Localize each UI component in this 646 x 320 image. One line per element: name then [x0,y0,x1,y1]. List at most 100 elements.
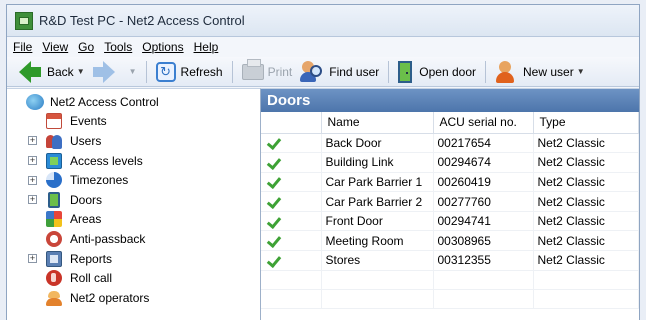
status-cell [261,211,322,232]
open-door-label: Open door [419,64,476,79]
tree-item-label: Events [70,114,107,129]
find-user-label: Find user [329,64,380,79]
back-label: Back [47,64,74,79]
toolbar-separator [231,60,233,83]
tree-item-net2-operators[interactable]: Net2 operators [7,288,260,308]
check-icon [269,174,282,186]
timezones-icon [46,172,62,189]
menu-help[interactable]: Help [194,40,219,54]
window-title: R&D Test PC - Net2 Access Control [39,13,245,28]
expand-icon[interactable]: + [28,156,37,166]
table-row[interactable]: Stores 00312355 Net2 Classic [261,250,639,271]
tree-item-users[interactable]: + Users [7,131,260,151]
serial-cell: 00277760 [433,191,534,212]
tree-item-label: Roll call [70,271,113,286]
refresh-button[interactable]: ↻ Refresh [152,60,227,84]
back-button[interactable]: Back ▼ [15,60,89,84]
new-user-dropdown-icon[interactable]: ▼ [577,67,585,76]
status-cell [261,133,322,154]
type-cell: Net2 Classic [533,191,639,212]
forward-button[interactable]: ▼ [89,60,141,84]
serial-cell: 00294741 [433,211,534,232]
expand-icon[interactable]: + [28,175,37,185]
tree-item-label: Net2 Access Control [50,94,159,109]
toolbar: Back ▼ ▼ ↻ Refresh Print Find user Open … [7,57,639,87]
tree-item-label: Areas [70,212,102,227]
back-dropdown-icon[interactable]: ▼ [77,67,85,76]
status-cell [261,250,322,271]
tree-item-label: Doors [70,192,103,207]
reports-icon [46,250,62,267]
forward-arrow-tail [92,66,103,77]
printer-icon [241,58,264,80]
events-icon [46,113,62,130]
new-user-button[interactable]: New user ▼ [491,60,589,84]
roll-call-icon [46,270,62,287]
find-user-button[interactable]: Find user [296,60,383,84]
expand-icon[interactable]: + [28,195,37,205]
status-cell [261,191,322,212]
menu-tools[interactable]: Tools [104,40,132,54]
check-icon [269,253,282,265]
column-header-serial[interactable]: ACU serial no. [433,112,534,134]
print-button[interactable]: Print [238,58,297,84]
type-cell: Net2 Classic [533,152,639,173]
panel-title: Doors [261,89,639,112]
forward-dropdown-icon[interactable]: ▼ [129,67,137,76]
expand-icon[interactable]: + [28,136,37,146]
menu-file[interactable]: File [13,40,32,54]
door-name-cell: Front Door [321,211,434,232]
tree-item-access-levels[interactable]: + Access levels [7,151,260,171]
tree-item-anti-passback[interactable]: Anti-passback [7,229,260,249]
column-header-name[interactable]: Name [321,112,434,134]
toolbar-separator [388,60,390,83]
tree-item-timezones[interactable]: + Timezones [7,170,260,190]
table-row[interactable]: Car Park Barrier 1 00260419 Net2 Classic [261,172,639,193]
print-label: Print [267,64,293,79]
open-door-button[interactable]: Open door [394,60,480,84]
doors-grid: Name ACU serial no. Type Back Door 00217… [261,112,639,320]
doors-panel: Doors Name ACU serial no. Type Back Door… [261,88,639,320]
menu-options[interactable]: Options [142,40,183,54]
tree-item-roll-call[interactable]: Roll call [7,268,260,288]
door-name-cell: Meeting Room [321,230,434,252]
refresh-label: Refresh [180,64,223,79]
menu-view[interactable]: View [42,40,68,54]
net2-globe-icon [26,93,44,110]
type-cell: Net2 Classic [533,250,639,271]
new-user-label: New user [523,64,574,79]
tree-item-label: Reports [70,251,113,266]
serial-cell: 00312355 [433,250,534,271]
column-header-status[interactable] [261,112,322,134]
main-content: Net2 Access Control Events + Users + Acc… [7,88,639,320]
table-row[interactable]: Building Link 00294674 Net2 Classic [261,152,639,173]
expand-icon[interactable]: + [28,254,37,264]
tree-item-root[interactable]: Net2 Access Control [7,92,260,112]
serial-cell: 00294674 [433,152,534,173]
title-bar[interactable]: R&D Test PC - Net2 Access Control [7,5,639,37]
column-header-type[interactable]: Type [533,112,639,134]
type-cell: Net2 Classic [533,172,639,193]
door-name-cell: Back Door [321,133,434,154]
table-row[interactable]: Back Door 00217654 Net2 Classic [261,133,639,154]
table-row[interactable]: Car Park Barrier 2 00277760 Net2 Classic [261,191,639,212]
status-cell [261,230,322,252]
users-icon [46,133,62,149]
door-icon [398,60,413,83]
table-row[interactable]: Meeting Room 00308965 Net2 Classic [261,230,639,252]
app-window: R&D Test PC - Net2 Access Control File V… [6,4,640,320]
check-icon [269,194,282,206]
door-name-cell: Car Park Barrier 2 [321,191,434,212]
tree-item-doors[interactable]: + Doors [7,190,260,210]
anti-passback-icon [46,230,62,247]
door-name-cell: Building Link [321,152,434,173]
tree-item-events[interactable]: Events [7,112,260,132]
table-row[interactable]: Front Door 00294741 Net2 Classic [261,211,639,232]
tree-item-reports[interactable]: + Reports [7,249,260,269]
forward-arrow-icon [102,60,115,83]
check-icon [269,135,282,147]
tree-item-areas[interactable]: Areas [7,210,260,230]
tree-item-label: Anti-passback [70,231,146,246]
menu-go[interactable]: Go [78,40,94,54]
serial-cell: 00217654 [433,133,534,154]
